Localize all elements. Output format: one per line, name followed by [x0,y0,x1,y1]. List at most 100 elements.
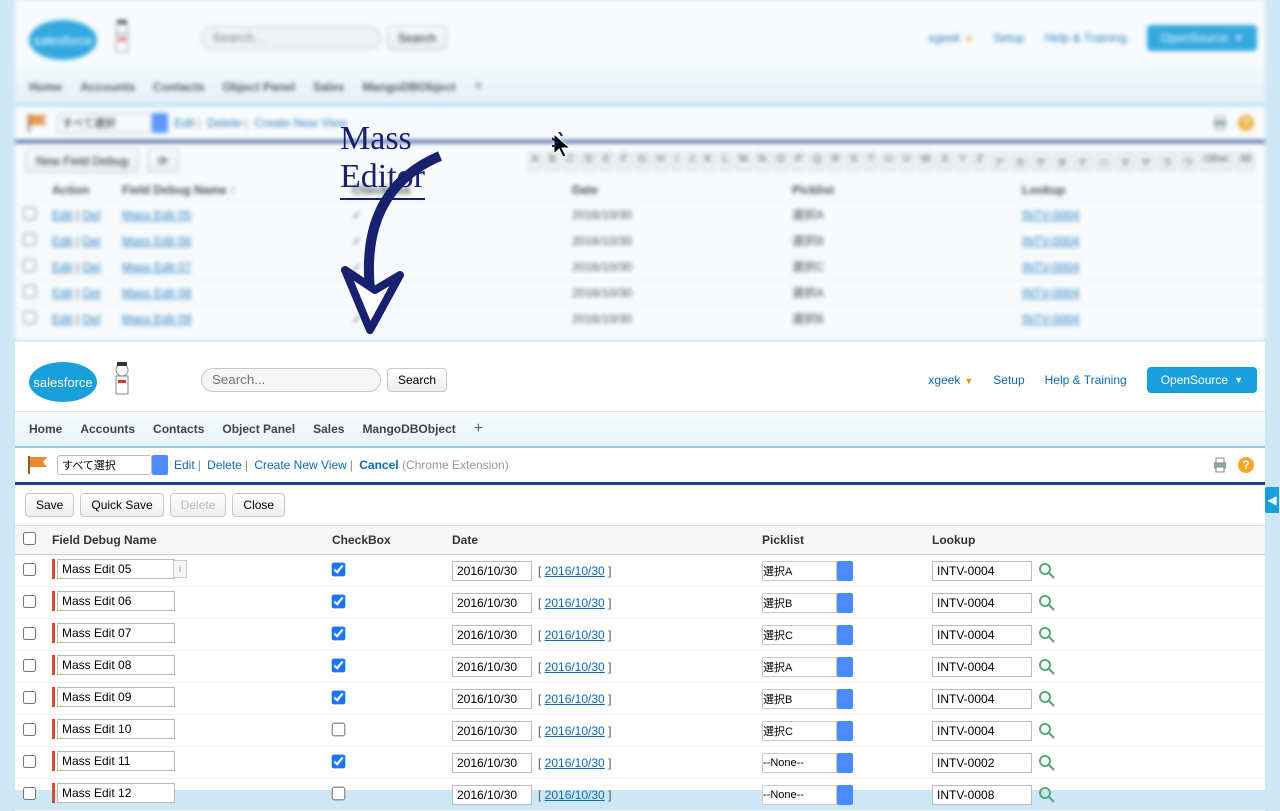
del-link[interactable]: Del [82,260,100,274]
alpha-N[interactable]: N [755,152,770,171]
alpha-ヤ[interactable]: ヤ [1137,152,1155,171]
alpha-V[interactable]: V [899,152,914,171]
tab-mangodbobject[interactable]: MangoDBObject [362,422,455,436]
alpha-サ[interactable]: サ [1032,152,1050,171]
alpha-ワ[interactable]: ワ [1179,152,1197,171]
alpha-S[interactable]: S [846,152,861,171]
lookup-search-icon[interactable] [1038,722,1056,740]
add-tab-icon[interactable]: + [474,420,483,438]
del-link[interactable]: Del [82,286,100,300]
alpha-X[interactable]: X [937,152,952,171]
row-checkbox[interactable] [23,207,36,220]
row-checkbox[interactable] [23,233,36,246]
alpha-P[interactable]: P [792,152,807,171]
search-input[interactable] [201,26,381,50]
help-link[interactable]: Help & Training [1045,31,1127,45]
picklist-select[interactable] [762,593,837,613]
app-switcher[interactable]: OpenSource▼ [1147,25,1257,51]
row-select-checkbox[interactable] [23,691,36,704]
picklist-select[interactable] [762,721,837,741]
checkbox-input[interactable] [332,594,346,608]
new-record-button[interactable]: New Field Debug [25,149,139,173]
view-edit-link[interactable]: Edit [174,116,195,130]
search-button[interactable]: Search [387,368,447,392]
picklist-dropdown-icon[interactable] [837,593,853,613]
date-today-link[interactable]: 2016/10/30 [545,692,605,706]
tab-accounts[interactable]: Accounts [80,422,135,436]
save-button[interactable]: Save [25,493,74,517]
edit-link[interactable]: Edit [52,208,73,222]
picklist-select[interactable] [762,753,837,773]
lookup-input[interactable] [932,593,1032,613]
alpha-All[interactable]: All [1236,152,1255,171]
alpha-Z[interactable]: Z [973,152,987,171]
view-select[interactable] [57,455,152,475]
app-switcher[interactable]: OpenSource▼ [1147,367,1257,393]
close-button[interactable]: Close [232,493,285,517]
name-input[interactable] [57,719,175,739]
lookup-input[interactable] [932,689,1032,709]
setup-link[interactable]: Setup [993,31,1024,45]
alpha-B[interactable]: B [545,152,560,171]
checkbox-input[interactable] [332,786,346,800]
lookup-search-icon[interactable] [1038,690,1056,708]
alpha-U[interactable]: U [881,152,896,171]
tab-contacts[interactable]: Contacts [153,80,204,94]
date-today-link[interactable]: 2016/10/30 [545,724,605,738]
name-input[interactable] [57,655,175,675]
view-edit-link[interactable]: Edit [174,458,195,472]
checkbox-input[interactable] [332,690,346,704]
tab-sales[interactable]: Sales [313,422,344,436]
row-select-checkbox[interactable] [23,659,36,672]
date-today-link[interactable]: 2016/10/30 [545,628,605,642]
view-select[interactable] [57,113,152,133]
row-select-checkbox[interactable] [23,595,36,608]
lookup-link[interactable]: INTV-0004 [1022,260,1079,274]
tab-object-panel[interactable]: Object Panel [222,80,295,94]
alpha-E[interactable]: E [599,152,614,171]
row-select-checkbox[interactable] [23,563,36,576]
date-input[interactable] [452,593,532,613]
name-input[interactable] [57,751,175,771]
lookup-input[interactable] [932,561,1032,581]
alpha-M[interactable]: M [735,152,751,171]
quick-save-button[interactable]: Quick Save [80,493,163,517]
alpha-マ[interactable]: マ [1116,152,1134,171]
lookup-input[interactable] [932,721,1032,741]
alpha-L[interactable]: L [719,152,733,171]
lookup-search-icon[interactable] [1038,786,1056,804]
alpha-ナ[interactable]: ナ [1074,152,1092,171]
user-menu[interactable]: xgeek▼ [928,31,973,45]
del-link[interactable]: Del [82,234,100,248]
alpha-I[interactable]: I [671,152,682,171]
checkbox-input[interactable] [332,626,346,640]
lookup-link[interactable]: INTV-0004 [1022,312,1079,326]
user-menu[interactable]: xgeek▼ [928,373,973,387]
row-select-checkbox[interactable] [23,627,36,640]
name-input[interactable] [57,591,175,611]
record-name-link[interactable]: Mass Edit 05 [122,208,191,222]
name-input[interactable] [57,623,175,643]
alpha-R[interactable]: R [828,152,843,171]
picklist-select[interactable] [762,625,837,645]
name-input[interactable] [57,559,175,579]
delete-button[interactable]: Delete [170,493,227,517]
name-input[interactable] [57,687,175,707]
record-name-link[interactable]: Mass Edit 09 [122,312,191,326]
view-cancel-link[interactable]: Cancel [359,458,398,472]
edit-link[interactable]: Edit [52,286,73,300]
alpha-タ[interactable]: タ [1053,152,1071,171]
setup-link[interactable]: Setup [993,373,1024,387]
picklist-select[interactable] [762,689,837,709]
tab-accounts[interactable]: Accounts [80,80,135,94]
alpha-H[interactable]: H [653,152,668,171]
picklist-dropdown-icon[interactable] [837,689,853,709]
date-input[interactable] [452,753,532,773]
checkbox-input[interactable] [332,562,346,576]
picklist-dropdown-icon[interactable] [837,657,853,677]
lookup-link[interactable]: INTV-0004 [1022,234,1079,248]
view-select-dropdown-icon[interactable] [152,455,168,475]
alpha-F[interactable]: F [617,152,631,171]
view-delete-link[interactable]: Delete [207,116,242,130]
date-input[interactable] [452,721,532,741]
